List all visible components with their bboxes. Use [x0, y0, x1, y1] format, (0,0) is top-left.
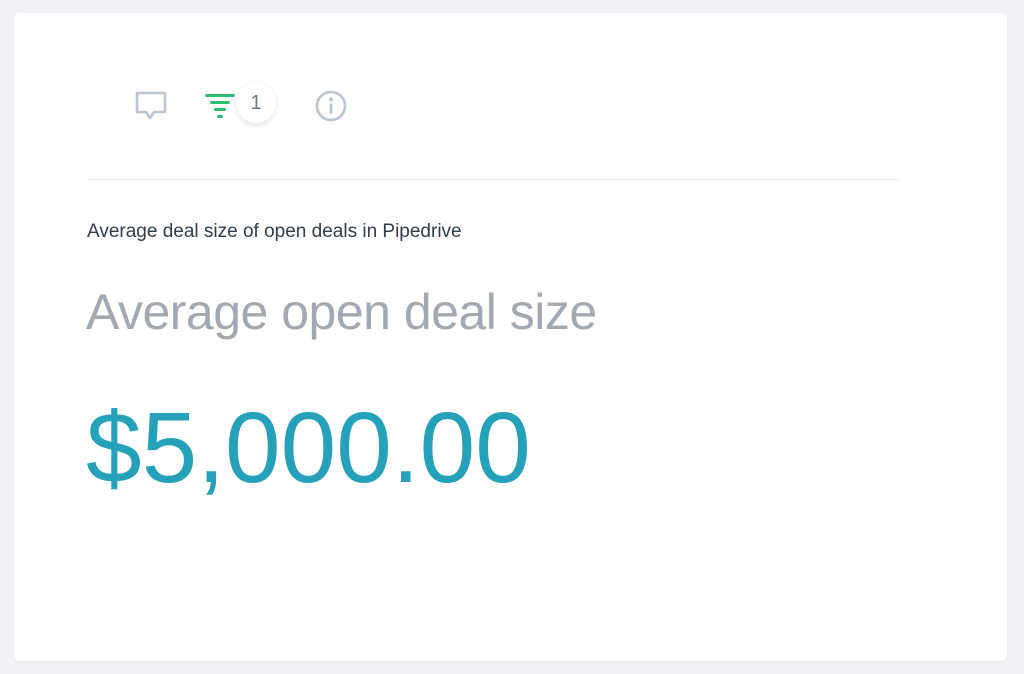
toolbar-divider [87, 179, 899, 180]
metric-value: $5,000.00 [86, 392, 531, 504]
filter-button[interactable] [200, 87, 240, 125]
card-toolbar: 1 [14, 13, 1007, 179]
info-button[interactable] [312, 87, 350, 125]
filter-icon [205, 94, 235, 118]
widget-subtitle: Average deal size of open deals in Piped… [87, 221, 462, 242]
filter-count-badge[interactable]: 1 [236, 83, 276, 123]
comment-icon [135, 91, 167, 120]
widget-title: Average open deal size [86, 284, 597, 340]
info-icon [315, 90, 347, 122]
comment-button[interactable] [132, 87, 170, 125]
metric-card: 1 Average deal size of open deals in Pip… [14, 13, 1007, 661]
